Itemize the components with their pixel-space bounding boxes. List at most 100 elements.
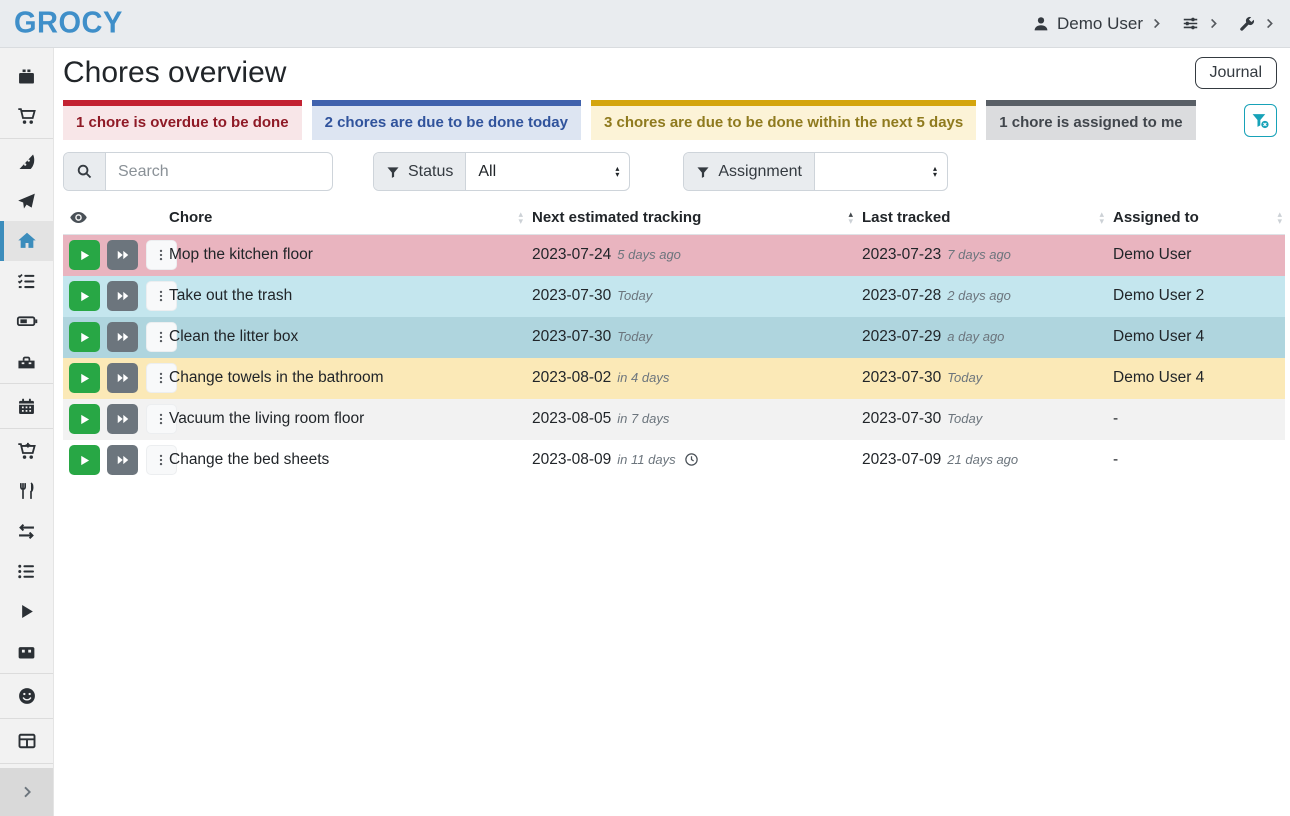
- sidebar-item-shopping-mode[interactable]: [0, 431, 53, 471]
- sidebar-item-batteries[interactable]: [0, 301, 53, 341]
- sidebar: [0, 48, 54, 816]
- search-icon: [76, 163, 93, 180]
- assigned-to-cell: Demo User 4: [1107, 358, 1285, 399]
- search-input[interactable]: [106, 153, 332, 190]
- column-header-chore[interactable]: Chore ▴▾: [163, 201, 526, 235]
- clear-filters-button[interactable]: [1244, 104, 1277, 137]
- sidebar-item-recipes[interactable]: [0, 141, 53, 181]
- column-header-next-tracking[interactable]: Next estimated tracking ▴▾: [526, 201, 856, 235]
- skip-button[interactable]: [107, 322, 138, 352]
- fast-forward-icon: [116, 289, 130, 303]
- sort-arrows-icon: ▴▾: [518, 211, 523, 225]
- user-menu[interactable]: Demo User: [1032, 14, 1163, 34]
- chevron-right-icon: [1150, 17, 1163, 30]
- chore-name[interactable]: Change the bed sheets: [163, 440, 526, 481]
- ellipsis-vertical-icon: [154, 370, 168, 386]
- sidebar-item-calendar[interactable]: [0, 386, 53, 426]
- last-tracked-cell: 2023-07-30Today: [856, 358, 1107, 399]
- home-icon: [16, 230, 38, 252]
- track-execution-play-button[interactable]: [69, 445, 100, 475]
- journal-button[interactable]: Journal: [1195, 57, 1277, 89]
- sidebar-item-recipes-consume[interactable]: [0, 471, 53, 511]
- banner-assigned-to-me[interactable]: 1 chore is assigned to me: [986, 100, 1195, 140]
- sidebar-item-transactions[interactable]: [0, 511, 53, 551]
- chore-name[interactable]: Vacuum the living room floor: [163, 399, 526, 440]
- last-tracked-cell: 2023-07-29a day ago: [856, 317, 1107, 358]
- assigned-to-cell: -: [1107, 440, 1285, 481]
- play-icon: [78, 249, 91, 262]
- chore-name[interactable]: Change towels in the bathroom: [163, 358, 526, 399]
- fast-forward-icon: [116, 248, 130, 262]
- search-prepend: [64, 153, 106, 190]
- track-execution-play-button[interactable]: [69, 363, 100, 393]
- search-group: [63, 152, 333, 191]
- sidebar-item-shopping-list[interactable]: [0, 96, 53, 136]
- next-tracking-cell: 2023-07-245 days ago: [526, 235, 856, 276]
- eye-icon: [69, 208, 147, 227]
- sidebar-item-master-data[interactable]: [0, 551, 53, 591]
- skip-button[interactable]: [107, 404, 138, 434]
- status-filter-label: Status: [374, 153, 466, 190]
- status-filter-select[interactable]: All ▴▾: [466, 153, 629, 190]
- track-execution-play-button[interactable]: [69, 281, 100, 311]
- skip-button[interactable]: [107, 445, 138, 475]
- skip-button[interactable]: [107, 363, 138, 393]
- column-header-last-tracked[interactable]: Last tracked ▴▾: [856, 201, 1107, 235]
- skip-button[interactable]: [107, 281, 138, 311]
- chevron-right-icon: [19, 784, 35, 800]
- assignment-filter-select[interactable]: ▴▾: [815, 153, 947, 190]
- battery-icon: [16, 310, 38, 332]
- play-icon: [78, 372, 91, 385]
- sidebar-item-meal-plan[interactable]: [0, 181, 53, 221]
- list-icon: [16, 561, 37, 582]
- user-menu-label: Demo User: [1057, 14, 1143, 34]
- sort-arrows-icon: ▴▾: [1277, 211, 1282, 225]
- table-row: Change the bed sheets 2023-08-09in 11 da…: [63, 440, 1285, 481]
- last-tracked-cell: 2023-07-30Today: [856, 399, 1107, 440]
- clock-icon: [684, 452, 699, 467]
- select-arrows-icon: ▴▾: [933, 166, 937, 178]
- ellipsis-vertical-icon: [154, 288, 168, 304]
- admin-menu[interactable]: [1238, 15, 1276, 33]
- filter-remove-icon: [1251, 111, 1270, 130]
- status-filter-group: Status All ▴▾: [373, 152, 630, 191]
- last-tracked-cell: 2023-07-282 days ago: [856, 276, 1107, 317]
- sidebar-item-equipment[interactable]: [0, 341, 53, 381]
- sidebar-item-userentities[interactable]: [0, 676, 53, 716]
- track-execution-play-button[interactable]: [69, 322, 100, 352]
- next-tracking-cell: 2023-08-09in 11 days: [526, 440, 856, 481]
- grocy-logo[interactable]: GROCY: [14, 6, 123, 41]
- column-header-visibility[interactable]: [63, 201, 163, 235]
- smiley-icon: [17, 686, 37, 706]
- assigned-to-cell: Demo User 4: [1107, 317, 1285, 358]
- play-icon: [78, 454, 91, 467]
- skip-button[interactable]: [107, 240, 138, 270]
- settings-menu[interactable]: [1181, 14, 1220, 33]
- next-tracking-cell: 2023-08-02in 4 days: [526, 358, 856, 399]
- sidebar-collapse-toggle[interactable]: [0, 768, 53, 816]
- banner-due-today[interactable]: 2 chores are due to be done today: [312, 100, 581, 140]
- sidebar-item-chore-tracking[interactable]: [0, 591, 53, 631]
- filter-icon: [696, 165, 710, 179]
- sliders-icon: [1181, 14, 1200, 33]
- sidebar-item-battery-tracking[interactable]: [0, 631, 53, 671]
- chore-name[interactable]: Mop the kitchen floor: [163, 235, 526, 276]
- sidebar-item-stock[interactable]: [0, 56, 53, 96]
- banner-overdue[interactable]: 1 chore is overdue to be done: [63, 100, 302, 140]
- chore-name[interactable]: Clean the litter box: [163, 317, 526, 358]
- next-tracking-cell: 2023-07-30Today: [526, 276, 856, 317]
- column-header-assigned-to[interactable]: Assigned to ▴▾: [1107, 201, 1285, 235]
- assigned-to-cell: Demo User: [1107, 235, 1285, 276]
- top-navbar: GROCY Demo User: [0, 0, 1290, 48]
- chore-name[interactable]: Take out the trash: [163, 276, 526, 317]
- banner-due-soon[interactable]: 3 chores are due to be done within the n…: [591, 100, 976, 140]
- sidebar-item-chores-active[interactable]: [0, 221, 53, 261]
- sidebar-item-userobjects[interactable]: [0, 721, 53, 761]
- play-icon: [17, 602, 36, 621]
- track-execution-play-button[interactable]: [69, 240, 100, 270]
- next-tracking-cell: 2023-08-05in 7 days: [526, 399, 856, 440]
- sidebar-item-tasks[interactable]: [0, 261, 53, 301]
- chevron-right-icon: [1207, 17, 1220, 30]
- track-execution-play-button[interactable]: [69, 404, 100, 434]
- tasks-checklist-icon: [16, 271, 37, 292]
